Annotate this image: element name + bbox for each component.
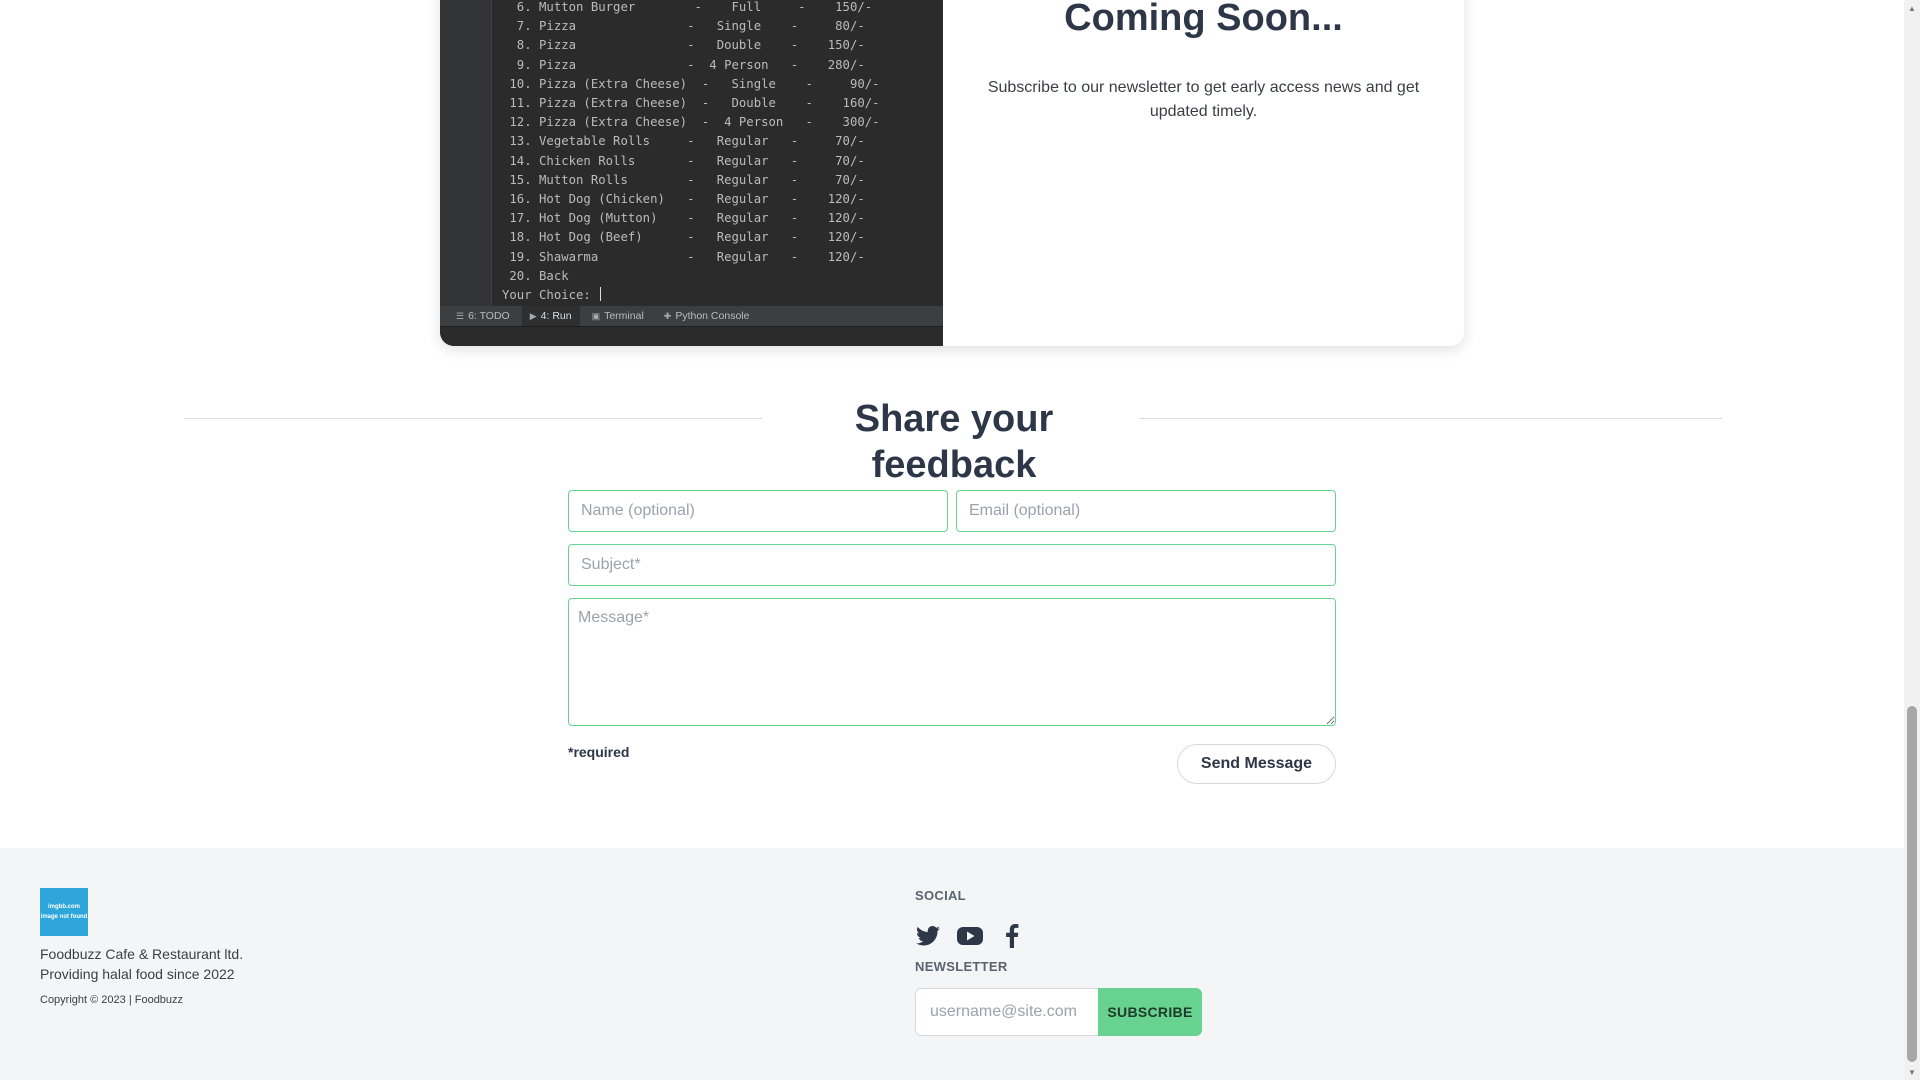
text-cursor bbox=[600, 287, 602, 302]
ide-tab-label: Python Console bbox=[675, 310, 750, 322]
social-label: SOCIAL bbox=[915, 888, 966, 903]
ide-gutter bbox=[440, 0, 492, 306]
ide-toolbar: ☰ 6: TODO ▶ 4: Run ▣ Terminal ✚ Python Conso… bbox=[440, 306, 943, 326]
scrollbar-thumb[interactable] bbox=[1907, 706, 1917, 1062]
coming-soon-description: Subscribe to our newsletter to get early… bbox=[987, 79, 1420, 120]
social-newsletter-column: SOCIAL NEWSLETTER SUBSCRIBE bbox=[915, 888, 1202, 1036]
brand-name: Foodbuzz Cafe & Restaurant ltd. bbox=[40, 946, 244, 962]
coming-soon-panel: Coming Soon... Subscribe to our newslett… bbox=[943, 0, 1464, 346]
ide-bottom-strip bbox=[440, 326, 943, 346]
email-input[interactable] bbox=[956, 490, 1336, 532]
send-message-button[interactable]: Send Message bbox=[1177, 744, 1336, 784]
newsletter-email-input[interactable] bbox=[915, 988, 1098, 1036]
ide-prompt: Your Choice: bbox=[502, 288, 599, 303]
copyright: Copyright © 2023 | Foodbuzz bbox=[40, 994, 184, 1006]
list-icon: ☰ bbox=[456, 310, 465, 321]
ide-tab-label: 4: Run bbox=[540, 310, 572, 322]
social-icons bbox=[915, 923, 1202, 949]
feedback-header: Share your feedback bbox=[184, 396, 1722, 486]
subscribe-button[interactable]: SUBSCRIBE bbox=[1098, 988, 1202, 1036]
message-textarea[interactable] bbox=[568, 598, 1336, 726]
logo-subtext: image not found bbox=[40, 914, 88, 920]
play-icon: ▶ bbox=[529, 310, 537, 321]
terminal-icon: ▣ bbox=[591, 310, 601, 321]
divider bbox=[1139, 418, 1722, 419]
brand-info: Foodbuzz Cafe & Restaurant ltd. Providin… bbox=[40, 944, 243, 984]
brand-tagline: Providing halal food since 2022 bbox=[40, 966, 235, 982]
scroll-up-arrow-icon[interactable]: ▲ bbox=[1904, 0, 1920, 16]
ide-screenshot: 6. Mutton Burger - Full - 150/- 7. Pizza… bbox=[440, 0, 943, 346]
ide-menu-listing: 6. Mutton Burger - Full - 150/- 7. Pizza… bbox=[509, 0, 880, 283]
page: 6. Mutton Burger - Full - 150/- 7. Pizza… bbox=[0, 0, 1904, 1080]
ide-console-output: 6. Mutton Burger - Full - 150/- 7. Pizza… bbox=[502, 0, 880, 305]
required-note: *required bbox=[568, 744, 630, 760]
python-icon: ✚ bbox=[663, 310, 672, 321]
name-input[interactable] bbox=[568, 490, 948, 532]
subject-input[interactable] bbox=[568, 544, 1336, 586]
page-scrollbar[interactable]: ▲ ▼ bbox=[1904, 0, 1920, 1080]
ide-tab-terminal: ▣ Terminal bbox=[584, 306, 652, 326]
twitter-icon[interactable] bbox=[915, 923, 941, 949]
footer: imgbb.com image not found Foodbuzz Cafe … bbox=[0, 848, 1904, 1080]
logo-text: imgbb.com bbox=[47, 904, 80, 910]
divider bbox=[184, 418, 762, 419]
ide-tab-label: 6: TODO bbox=[468, 310, 510, 322]
ide-tab-todo: ☰ 6: TODO bbox=[448, 306, 518, 326]
ide-tab-run: ▶ 4: Run bbox=[521, 306, 580, 326]
ide-tab-label: Terminal bbox=[604, 310, 644, 322]
youtube-icon[interactable] bbox=[957, 923, 983, 949]
logo: imgbb.com image not found bbox=[40, 888, 88, 936]
facebook-icon[interactable] bbox=[999, 923, 1025, 949]
feedback-title: Share your feedback bbox=[854, 398, 1054, 486]
scroll-down-arrow-icon[interactable]: ▼ bbox=[1904, 1064, 1920, 1080]
newsletter-label: NEWSLETTER bbox=[915, 959, 1008, 974]
coming-soon-heading: Coming Soon... bbox=[1064, 0, 1343, 39]
coming-soon-card: 6. Mutton Burger - Full - 150/- 7. Pizza… bbox=[440, 0, 1464, 346]
newsletter-form: SUBSCRIBE bbox=[915, 988, 1202, 1036]
ide-tab-python-console: ✚ Python Console bbox=[656, 306, 758, 326]
